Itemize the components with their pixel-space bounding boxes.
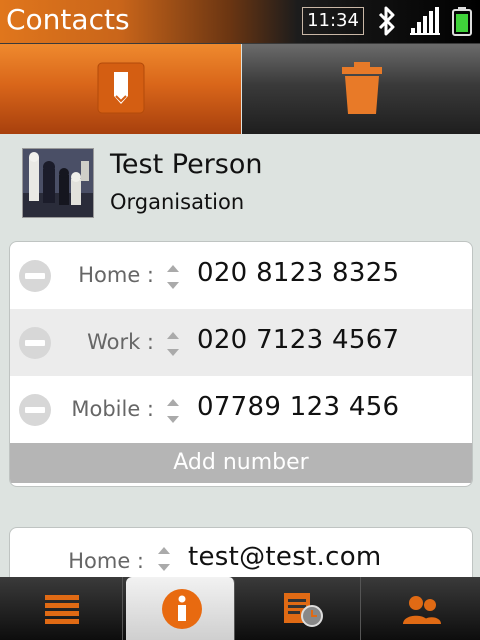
phone-number[interactable]: 020 7123 4567 bbox=[197, 325, 399, 355]
clock: 11:34 bbox=[302, 7, 364, 35]
info-icon bbox=[162, 589, 202, 629]
phone-type-label: Mobile : bbox=[71, 397, 154, 421]
app-title: Contacts bbox=[6, 3, 130, 36]
phone-row: Mobile : 07789 123 456 bbox=[10, 376, 472, 443]
delete-button[interactable] bbox=[242, 44, 480, 134]
phone-number[interactable]: 020 8123 8325 bbox=[197, 258, 399, 288]
remove-number-icon[interactable] bbox=[19, 327, 51, 359]
type-spinner-icon[interactable] bbox=[155, 542, 173, 576]
history-icon bbox=[284, 593, 323, 627]
phone-row: Home : 020 8123 8325 bbox=[10, 242, 472, 309]
phone-type-label: Home : bbox=[78, 263, 154, 287]
remove-number-icon[interactable] bbox=[19, 260, 51, 292]
signal-icon bbox=[410, 7, 440, 35]
email-type-label: Home : bbox=[68, 549, 144, 573]
tab-info[interactable] bbox=[126, 577, 235, 640]
type-spinner-icon[interactable] bbox=[164, 260, 182, 294]
people-icon bbox=[403, 596, 441, 624]
avatar[interactable] bbox=[22, 148, 94, 218]
trash-icon bbox=[342, 62, 382, 114]
edit-button[interactable] bbox=[0, 44, 241, 134]
tab-history[interactable] bbox=[242, 577, 361, 640]
contact-name: Test Person bbox=[110, 149, 263, 180]
type-spinner-icon[interactable] bbox=[164, 394, 182, 428]
contact-organisation: Organisation bbox=[110, 190, 245, 214]
edit-icon bbox=[97, 62, 145, 114]
tab-people[interactable] bbox=[361, 577, 480, 640]
tab-list[interactable] bbox=[0, 577, 123, 640]
remove-number-icon[interactable] bbox=[19, 394, 51, 426]
email-address[interactable]: test@test.com bbox=[188, 542, 382, 572]
status-bar: Contacts 11:34 bbox=[0, 0, 480, 44]
chess-pieces-photo bbox=[23, 149, 93, 217]
list-icon bbox=[45, 595, 79, 624]
battery-icon bbox=[452, 7, 472, 36]
phone-number[interactable]: 07789 123 456 bbox=[197, 392, 399, 422]
type-spinner-icon[interactable] bbox=[164, 327, 182, 361]
add-number-button[interactable]: Add number bbox=[10, 443, 472, 483]
bluetooth-icon bbox=[378, 6, 395, 36]
action-toolbar bbox=[0, 44, 480, 134]
phone-numbers-card: Home : 020 8123 8325 Work : 020 7123 456… bbox=[9, 241, 473, 487]
phone-type-label: Work : bbox=[87, 330, 154, 354]
bottom-nav bbox=[0, 577, 480, 640]
phone-row: Work : 020 7123 4567 bbox=[10, 309, 472, 376]
